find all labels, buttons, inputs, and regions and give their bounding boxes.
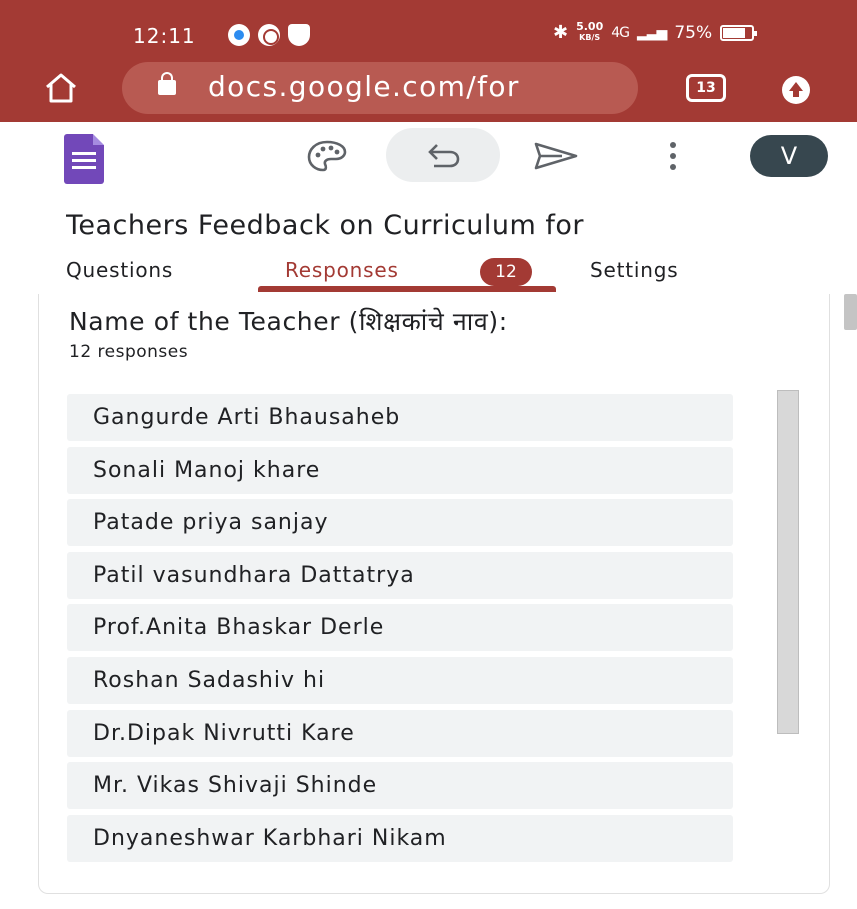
notification-app-icon [288,24,310,46]
notification-app-icon [258,24,280,46]
home-icon[interactable] [44,72,78,104]
tab-questions[interactable]: Questions [66,258,173,282]
battery-level: 75% [674,22,713,43]
list-item: Gangurde Arti Bhausaheb [67,394,733,441]
battery-icon [720,24,758,41]
tab-responses[interactable]: Responses [285,258,399,282]
dot [670,164,676,170]
list-item: Prof.Anita Bhaskar Derle [67,604,733,652]
bluetooth-icon: ✱ [553,22,569,43]
notification-app-icon [228,24,250,46]
dot [670,142,676,148]
lock-icon [158,72,176,95]
page-scrollbar[interactable] [844,294,857,330]
list-item: Dr.Dipak Nivrutti Kare [67,709,733,757]
status-time: 12:11 [133,24,196,48]
browser-chrome: 12:11 ✱ 5.00 KB/S 4G ▂▃▅ 75% docs.google… [0,0,857,122]
question-title: Name of the Teacher (शिक्षकांचे नाव): [69,307,508,336]
avatar[interactable]: V [750,135,828,177]
responses-count-badge: 12 [480,258,532,286]
list-item: Patade priya sanjay [67,499,733,547]
upload-icon[interactable] [782,76,810,104]
signal-icon: ▂▃▅ [637,24,667,41]
tab-bar: Questions Responses 12 Settings [0,254,857,294]
responses-content: Name of the Teacher (शिक्षकांचे नाव): 12… [0,294,857,909]
status-right: ✱ 5.00 KB/S 4G ▂▃▅ 75% [553,20,758,43]
dot [670,153,676,159]
tab-settings[interactable]: Settings [590,258,678,282]
response-list: Gangurde Arti Bhausaheb Sonali Manoj kha… [67,394,733,867]
question-summary-card: Name of the Teacher (शिक्षकांचे नाव): 12… [38,294,830,894]
forms-doc [64,134,104,184]
tabs-icon[interactable]: 13 [686,74,726,102]
network-type: 4G [611,24,630,41]
response-count: 12 responses [69,342,189,362]
notification-icons [228,24,310,46]
forms-logo-icon[interactable] [64,134,134,184]
address-field[interactable]: docs.google.com/for [122,62,638,114]
url-text: docs.google.com/for [208,70,520,103]
url-bar: docs.google.com/for 13 [0,58,857,120]
response-list-scrollbar[interactable] [777,390,799,734]
more-vert-icon[interactable] [664,138,682,174]
list-item: Mr. Vikas Shivaji Shinde [67,762,733,810]
form-title: Teachers Feedback on Curriculum for [66,210,585,241]
logo-line [72,166,96,169]
network-speed: 5.00 KB/S [576,20,604,43]
speed-unit: KB/S [579,33,601,42]
active-tab-indicator [258,286,556,292]
status-bar: 12:11 ✱ 5.00 KB/S 4G ▂▃▅ 75% [0,10,857,58]
send-icon[interactable] [532,140,580,172]
list-item: Dnyaneshwar Karbhari Nikam [67,814,733,862]
list-item: Roshan Sadashiv hi [67,656,733,704]
logo-line [72,159,96,162]
palette-icon[interactable] [303,138,351,174]
logo-line [72,152,96,155]
list-item: Sonali Manoj khare [67,446,733,494]
speed-value: 5.00 [576,20,604,33]
list-item: Patil vasundhara Dattatrya [67,551,733,599]
undo-icon[interactable] [386,128,500,182]
